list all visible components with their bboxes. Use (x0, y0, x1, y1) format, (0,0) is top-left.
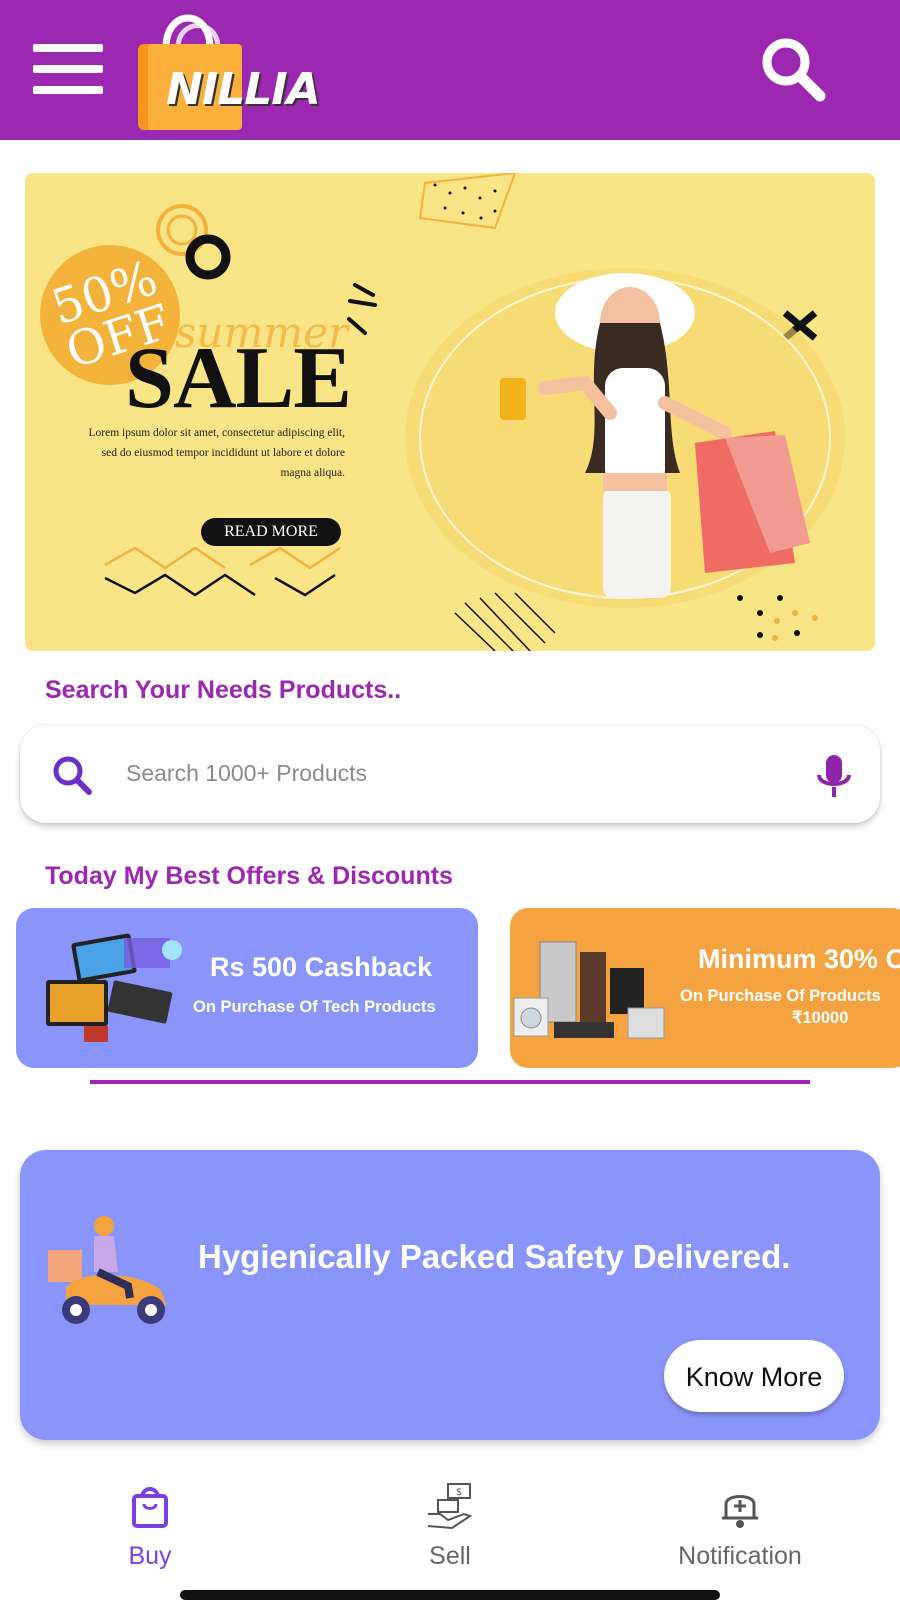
delivery-text: Hygienically Packed Safety Delivered. (198, 1238, 791, 1275)
carousel-scroll-indicator[interactable] (90, 1080, 810, 1084)
menu-icon-line (33, 44, 103, 52)
microphone-icon[interactable] (812, 753, 856, 801)
menu-icon-line (33, 65, 103, 73)
logo-text: NILLIA (166, 64, 321, 115)
banner-headline: SALE (125, 330, 352, 427)
search-icon (53, 756, 92, 795)
delivery-card: Hygienically Packed Safety Delivered. Kn… (20, 1150, 880, 1440)
read-more-button[interactable]: READ MORE (201, 518, 341, 546)
sell-hand-icon: $ (427, 1483, 473, 1530)
app-logo[interactable]: NILLIA (138, 8, 338, 134)
nav-label: Buy (128, 1542, 172, 1570)
app-bar: NILLIA (0, 0, 900, 140)
search-section-title: Search Your Needs Products.. (45, 676, 402, 704)
nav-item-notification[interactable]: Notification (640, 1470, 840, 1580)
offer-title: Rs 500 Cashback (210, 952, 433, 982)
promo-banner[interactable]: 50% OFF summer SALE Lorem ipsum dolor si… (25, 173, 875, 651)
bell-plus-icon (722, 1495, 758, 1528)
offer-card-cashback[interactable]: Rs 500 Cashback On Purchase Of Tech Prod… (16, 908, 478, 1068)
bottom-navigation: Buy $ Sell Notification (0, 1470, 900, 1600)
nav-label: Sell (429, 1542, 471, 1570)
nav-label: Notification (678, 1542, 802, 1570)
know-more-button[interactable]: Know More (664, 1340, 844, 1412)
offer-subtitle: On Purchase Of Tech Products (193, 998, 436, 1016)
menu-icon-line (33, 86, 103, 94)
offer-subtitle-amount: ₹10000 (792, 1009, 849, 1027)
menu-button[interactable] (33, 44, 103, 94)
home-indicator[interactable] (180, 1590, 720, 1600)
offer-subtitle: On Purchase Of Products (680, 987, 881, 1005)
search-input[interactable] (124, 749, 748, 797)
electronics-image (46, 933, 182, 1042)
header-search-button[interactable] (760, 36, 830, 106)
svg-text:$: $ (456, 1487, 462, 1498)
offer-card-minimum-discount[interactable]: Minimum 30% O On Purchase Of Products ₹1… (510, 908, 900, 1068)
banner-body-text: Lorem ipsum dolor sit amet, consectetur … (88, 427, 345, 479)
appliances-image (513, 941, 665, 1039)
search-bar[interactable] (20, 725, 880, 823)
nav-item-buy[interactable]: Buy (50, 1470, 250, 1580)
search-icon (762, 38, 826, 102)
offers-section-title: Today My Best Offers & Discounts (45, 862, 453, 890)
shopping-bag-icon (132, 1487, 168, 1528)
nav-item-sell[interactable]: $ Sell (350, 1470, 550, 1580)
offer-title: Minimum 30% O (698, 944, 900, 974)
delivery-scooter-icon (48, 1216, 166, 1324)
